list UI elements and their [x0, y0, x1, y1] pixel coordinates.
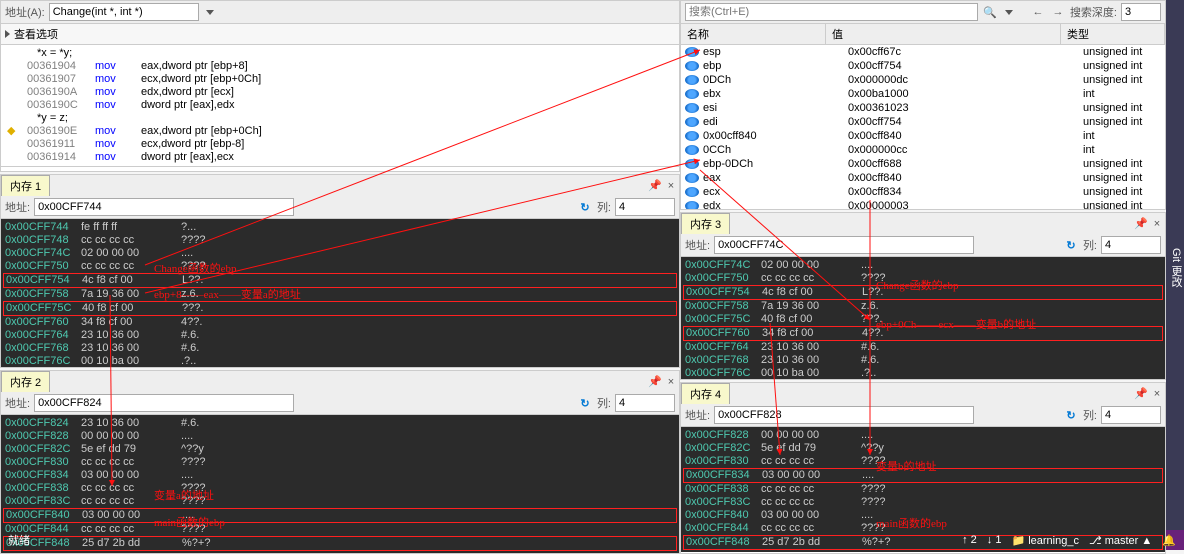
status-repo[interactable]: 📁 learning_c — [1011, 534, 1079, 547]
memory2-table[interactable]: 0x00CFF82423 10 36 00#.6.0x00CFF82800 00… — [1, 415, 679, 553]
memory4-panel: 内存 4 📌 × 地址: ↻ 列: 0x00CFF82800 00 00 00.… — [680, 382, 1166, 554]
address-dropdown[interactable] — [203, 4, 217, 20]
watch-row[interactable]: esp0x00cff67cunsigned int — [681, 45, 1165, 59]
watch-row[interactable]: ebp-0DCh0x00cff688unsigned int — [681, 157, 1165, 171]
mem1-addr-label: 地址: — [5, 199, 30, 215]
search-input[interactable] — [685, 3, 978, 21]
mem4-addr-input[interactable] — [714, 406, 974, 424]
memory3-panel: 内存 3 📌 × 地址: ↻ 列: 0x00CFF74C02 00 00 00.… — [680, 212, 1166, 380]
close-icon[interactable]: × — [663, 374, 679, 390]
watch-row[interactable]: 0CCh0x000000ccint — [681, 143, 1165, 157]
view-options-label: 查看选项 — [14, 26, 58, 42]
pin-icon[interactable]: 📌 — [647, 178, 663, 194]
mem4-cols-input[interactable] — [1101, 406, 1161, 424]
nav-right-icon[interactable]: → — [1050, 4, 1066, 20]
memory1-panel: 内存 1 📌 × 地址: ↻ 列: 0x00CFF744fe ff ff ff?… — [0, 174, 680, 368]
expand-icon — [5, 30, 10, 38]
zoom-bar: 100 % ──────◉── — [1, 166, 679, 172]
mem4-cols-label: 列: — [1083, 407, 1097, 423]
watch-row[interactable]: ebx0x00ba1000int — [681, 87, 1165, 101]
watch-table[interactable]: esp0x00cff67cunsigned intebp0x00cff754un… — [681, 45, 1165, 210]
depth-label: 搜索深度: — [1070, 4, 1117, 20]
mem1-cols-input[interactable] — [615, 198, 675, 216]
watch-row[interactable]: esi0x00361023unsigned int — [681, 101, 1165, 115]
memory2-tab[interactable]: 内存 2 — [1, 371, 50, 392]
mem2-addr-input[interactable] — [34, 394, 294, 412]
col-value[interactable]: 值 — [826, 24, 1061, 44]
git-rail[interactable]: Git 更改 — [1166, 0, 1184, 530]
search-icon[interactable]: 🔍 — [982, 4, 998, 20]
address-label: 地址(A): — [5, 4, 45, 20]
mem1-addr-input[interactable] — [34, 198, 294, 216]
mem3-addr-input[interactable] — [714, 236, 974, 254]
memory1-table[interactable]: 0x00CFF744fe ff ff ff?...0x00CFF748cc cc… — [1, 219, 679, 367]
mem4-addr-label: 地址: — [685, 407, 710, 423]
mem2-cols-label: 列: — [597, 395, 611, 411]
watch-row[interactable]: 0DCh0x000000dcunsigned int — [681, 73, 1165, 87]
memory1-tab[interactable]: 内存 1 — [1, 175, 50, 196]
memory3-tab[interactable]: 内存 3 — [681, 213, 730, 234]
pin-icon[interactable]: 📌 — [647, 374, 663, 390]
watch-row[interactable]: edx0x00000003unsigned int — [681, 199, 1165, 210]
watch-row[interactable]: 0x00cff8400x00cff840int — [681, 129, 1165, 143]
pin-icon[interactable]: 📌 — [1133, 216, 1149, 232]
zoom-value: 100 % — [5, 171, 36, 172]
memory4-tab[interactable]: 内存 4 — [681, 383, 730, 404]
nav-left-icon[interactable]: ← — [1030, 4, 1046, 20]
disassembly-panel: 地址(A): 查看选项 *x = *y;00361904moveax,dword… — [0, 0, 680, 172]
refresh-icon[interactable]: ↻ — [1063, 237, 1079, 253]
col-name[interactable]: 名称 — [681, 24, 826, 44]
mem1-cols-label: 列: — [597, 199, 611, 215]
memory2-panel: 内存 2 📌 × 地址: ↻ 列: 0x00CFF82423 10 36 00#… — [0, 370, 680, 554]
address-input[interactable] — [49, 3, 199, 21]
watch-row[interactable]: eax0x00cff840unsigned int — [681, 171, 1165, 185]
status-branch[interactable]: ⎇ master ▲ — [1089, 534, 1152, 547]
status-up[interactable]: ↑ 2 — [962, 534, 977, 546]
refresh-icon[interactable]: ↻ — [577, 395, 593, 411]
depth-input[interactable] — [1121, 3, 1161, 21]
mem3-addr-label: 地址: — [685, 237, 710, 253]
zoom-dropdown[interactable] — [42, 169, 56, 172]
mem3-cols-label: 列: — [1083, 237, 1097, 253]
status-ready: 就绪 — [8, 532, 30, 548]
view-options-bar[interactable]: 查看选项 — [1, 24, 679, 45]
close-icon[interactable]: × — [1149, 386, 1165, 402]
mem3-cols-input[interactable] — [1101, 236, 1161, 254]
pin-icon[interactable]: 📌 — [1133, 386, 1149, 402]
watch-row[interactable]: ecx0x00cff834unsigned int — [681, 185, 1165, 199]
watch-row[interactable]: ebp0x00cff754unsigned int — [681, 59, 1165, 73]
close-icon[interactable]: × — [1149, 216, 1165, 232]
status-down[interactable]: ↓ 1 — [987, 534, 1002, 546]
watch-row[interactable]: edi0x00cff754unsigned int — [681, 115, 1165, 129]
mem2-addr-label: 地址: — [5, 395, 30, 411]
mem2-cols-input[interactable] — [615, 394, 675, 412]
watch-header: 名称 值 类型 — [681, 24, 1165, 45]
search-dropdown[interactable] — [1002, 4, 1016, 20]
watch-panel: 🔍 ← → 搜索深度: 名称 值 类型 esp0x00cff67cunsigne… — [680, 0, 1166, 210]
refresh-icon[interactable]: ↻ — [577, 199, 593, 215]
address-toolbar: 地址(A): — [1, 1, 679, 24]
disassembly-listing[interactable]: *x = *y;00361904moveax,dword ptr [ebp+8]… — [1, 45, 679, 166]
status-bell-icon[interactable]: 🔔 — [1162, 534, 1176, 547]
close-icon[interactable]: × — [663, 178, 679, 194]
memory3-table[interactable]: 0x00CFF74C02 00 00 00....0x00CFF750cc cc… — [681, 257, 1165, 379]
col-type[interactable]: 类型 — [1061, 24, 1165, 44]
refresh-icon[interactable]: ↻ — [1063, 407, 1079, 423]
